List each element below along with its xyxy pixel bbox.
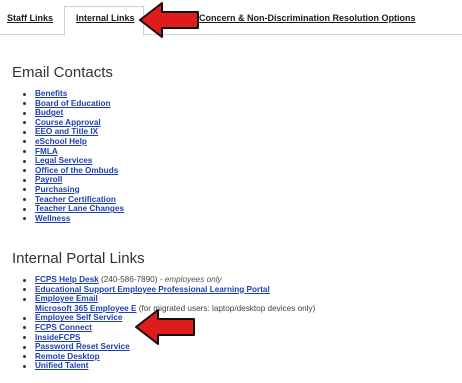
list-item: Benefits bbox=[20, 89, 124, 99]
bullet-icon bbox=[23, 207, 26, 211]
list-item: Budget bbox=[20, 108, 124, 118]
bullet-icon bbox=[23, 217, 26, 221]
bullet-icon bbox=[23, 102, 26, 106]
email-contact-link[interactable]: EEO and Title IX bbox=[35, 127, 98, 136]
bullet-icon bbox=[23, 316, 26, 320]
list-item: Remote Desktop bbox=[20, 352, 315, 362]
portal-link[interactable]: Employee Self Service bbox=[35, 313, 122, 322]
tab-internal-links[interactable]: Internal Links bbox=[76, 13, 135, 23]
arrow-icon bbox=[135, 309, 195, 345]
email-contact-link[interactable]: Wellness bbox=[35, 214, 70, 223]
list-item: eSchool Help bbox=[20, 137, 124, 147]
bullet-icon bbox=[23, 121, 26, 125]
list-item: Teacher Lane Changes bbox=[20, 204, 124, 214]
list-item: Office of the Ombuds bbox=[20, 166, 124, 176]
email-contact-link[interactable]: Course Approval bbox=[35, 118, 101, 127]
email-contact-link[interactable]: Board of Education bbox=[35, 99, 111, 108]
list-item: Teacher Certification bbox=[20, 195, 124, 205]
list-item: Board of Education bbox=[20, 99, 124, 109]
email-contact-link[interactable]: Budget bbox=[35, 108, 63, 117]
bullet-icon bbox=[23, 140, 26, 144]
list-item: Payroll bbox=[20, 175, 124, 185]
list-item: FMLA bbox=[20, 147, 124, 157]
portal-link[interactable]: Unified Talent bbox=[35, 361, 89, 370]
bullet-icon bbox=[23, 150, 26, 154]
list-item: FCPS Help Desk (240-586-7890) - employee… bbox=[20, 275, 315, 285]
tab-staff-links[interactable]: Staff Links bbox=[7, 13, 53, 23]
bullet-icon bbox=[23, 169, 26, 173]
email-contact-link[interactable]: eSchool Help bbox=[35, 137, 87, 146]
portal-link[interactable]: FCPS Help Desk bbox=[35, 275, 99, 284]
bullet-icon bbox=[23, 345, 26, 349]
tab-bar: Staff Links Internal Links Concern & Non… bbox=[0, 0, 462, 36]
portal-link[interactable]: Employee Email bbox=[35, 294, 98, 303]
list-item: Legal Services bbox=[20, 156, 124, 166]
link-note: (240-586-7890) bbox=[100, 275, 158, 284]
portal-link[interactable]: Remote Desktop bbox=[35, 352, 100, 361]
email-contact-link[interactable]: Payroll bbox=[35, 175, 62, 184]
portal-link[interactable]: FCPS Connect bbox=[35, 323, 92, 332]
list-item: Employee Email bbox=[20, 294, 315, 304]
list-item: EEO and Title IX bbox=[20, 127, 124, 137]
email-contact-link[interactable]: Teacher Lane Changes bbox=[35, 204, 124, 213]
email-contacts-list: Benefits Board of Education Budget Course A… bbox=[20, 89, 124, 223]
bullet-icon bbox=[23, 111, 26, 115]
link-note-italic: - employees only bbox=[157, 275, 222, 284]
email-contact-link[interactable]: Office of the Ombuds bbox=[35, 166, 118, 175]
portal-link[interactable]: Educational Support Employee Professiona… bbox=[35, 285, 270, 294]
bullet-icon bbox=[23, 130, 26, 134]
list-item: Educational Support Employee Professiona… bbox=[20, 285, 315, 295]
bullet-icon bbox=[23, 364, 26, 368]
email-contact-link[interactable]: Purchasing bbox=[35, 185, 80, 194]
bullet-icon bbox=[23, 198, 26, 202]
bullet-icon bbox=[23, 326, 26, 330]
list-item: Wellness bbox=[20, 214, 124, 224]
bullet-icon bbox=[23, 278, 26, 282]
bullet-icon bbox=[23, 92, 26, 96]
list-item: Unified Talent bbox=[20, 361, 315, 371]
portal-link[interactable]: Password Reset Service bbox=[35, 342, 130, 351]
bullet-icon bbox=[23, 159, 26, 163]
list-item: Purchasing bbox=[20, 185, 124, 195]
list-item: Course Approval bbox=[20, 118, 124, 128]
internal-portal-heading: Internal Portal Links bbox=[12, 250, 145, 267]
email-contact-link[interactable]: Benefits bbox=[35, 89, 67, 98]
bullet-icon bbox=[23, 178, 26, 182]
bullet-icon bbox=[23, 297, 26, 301]
bullet-icon bbox=[23, 188, 26, 192]
portal-link[interactable]: InsideFCPS bbox=[35, 333, 81, 342]
portal-link[interactable]: Microsoft 365 Employee E bbox=[35, 304, 136, 313]
email-contact-link[interactable]: FMLA bbox=[35, 147, 58, 156]
bullet-icon bbox=[23, 355, 26, 359]
arrow-icon bbox=[139, 2, 199, 38]
email-contact-link[interactable]: Legal Services bbox=[35, 156, 92, 165]
bullet-icon bbox=[23, 288, 26, 292]
email-contact-link[interactable]: Teacher Certification bbox=[35, 195, 116, 204]
tab-concern-resolution[interactable]: Concern & Non-Discrimination Resolution … bbox=[199, 13, 416, 23]
email-contacts-heading: Email Contacts bbox=[12, 64, 113, 81]
bullet-icon bbox=[23, 336, 26, 340]
